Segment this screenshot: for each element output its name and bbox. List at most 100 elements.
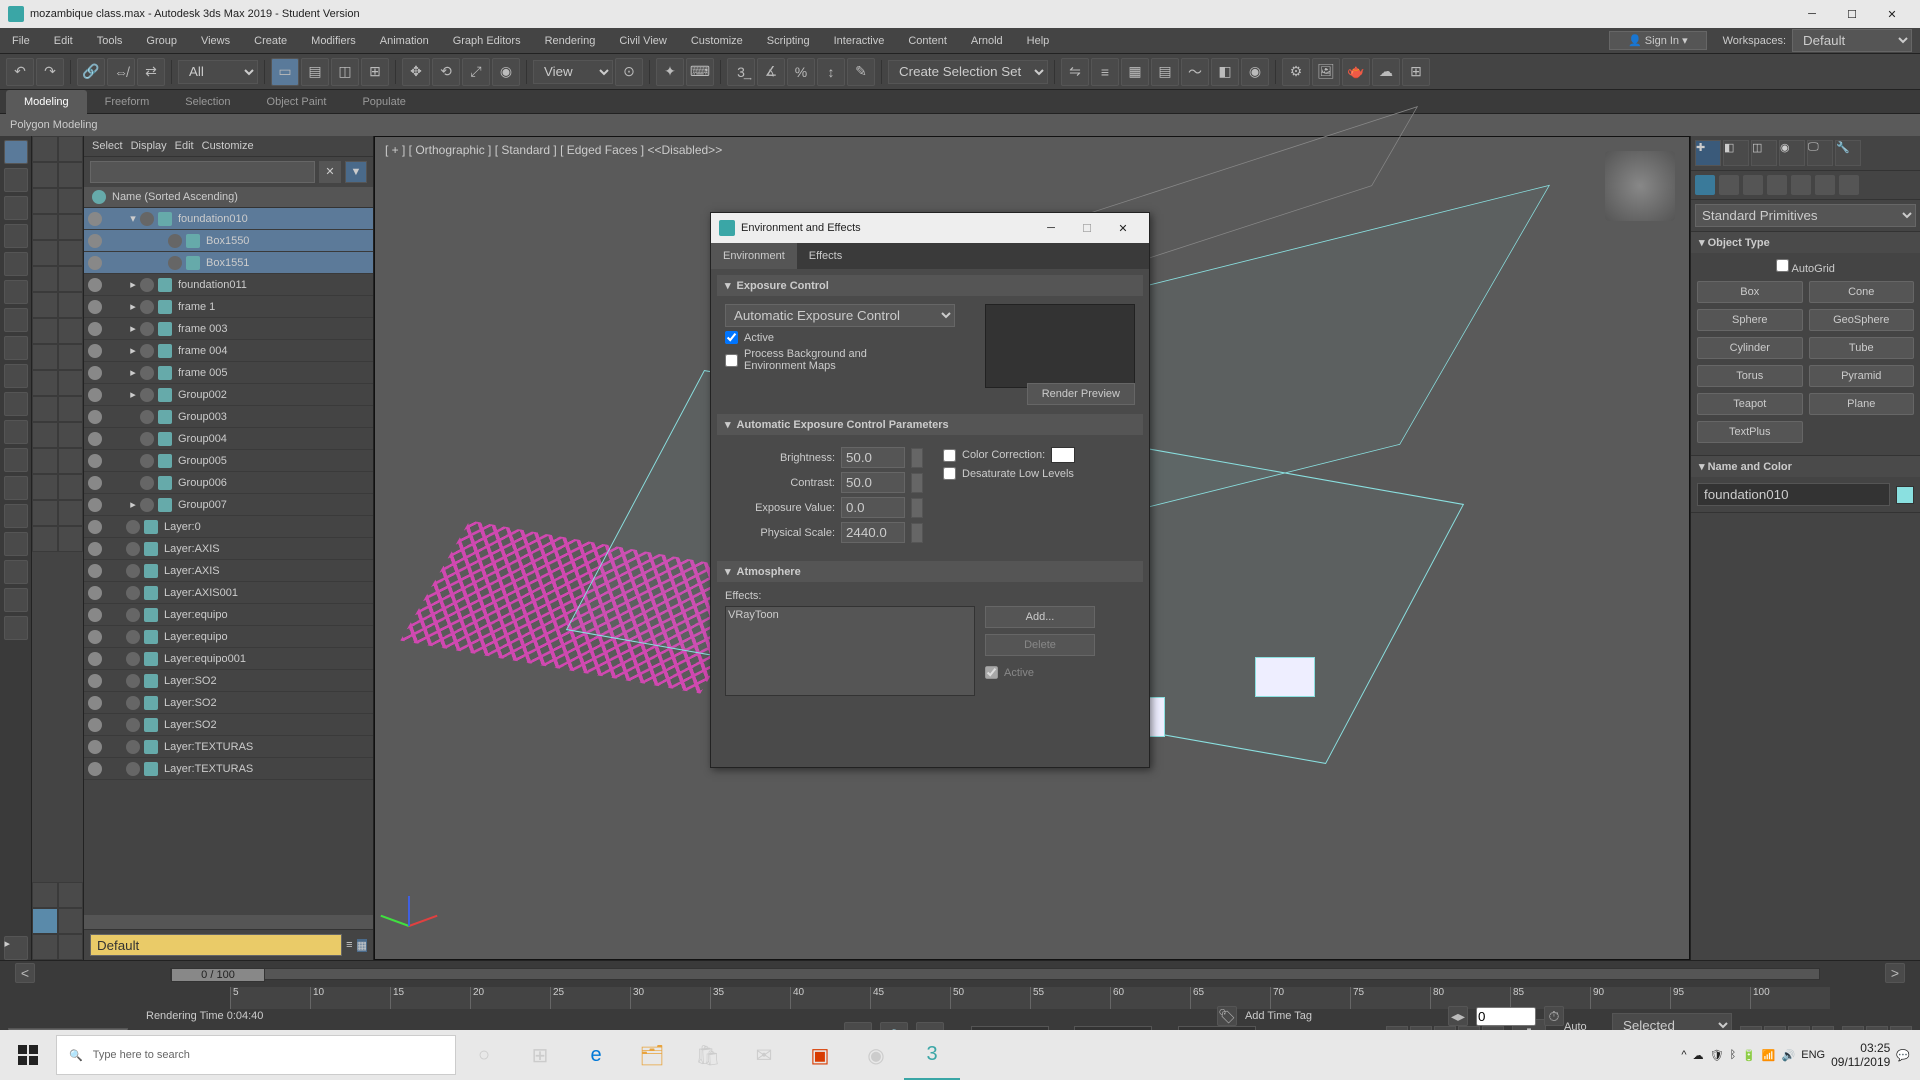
palette-btn[interactable] [32,934,58,960]
layer-btn-1[interactable]: ≡ [346,939,352,951]
placement-button[interactable]: ◉ [492,58,520,86]
palette-btn[interactable] [32,266,58,292]
freeze-icon[interactable] [140,322,154,336]
palette-btn[interactable] [32,422,58,448]
timeline-next[interactable]: > [1885,963,1905,983]
visibility-icon[interactable] [88,564,102,578]
effects-list-item[interactable]: VRayToon [728,609,972,621]
tray-onedrive-icon[interactable]: ☁ [1693,1049,1704,1062]
create-tab[interactable]: ✚ [1695,140,1721,166]
pivot-button[interactable]: ⊙ [615,58,643,86]
visibility-icon[interactable] [88,366,102,380]
scene-item[interactable]: Layer:SO2 [84,714,373,736]
palette-btn[interactable] [32,882,58,908]
palette-btn[interactable] [32,370,58,396]
palette-btn[interactable] [32,292,58,318]
unlink-button[interactable]: ⇎ [107,58,135,86]
palette-btn[interactable] [32,240,58,266]
rollout-atmosphere[interactable]: ▾ Atmosphere [717,561,1143,582]
timeline-prev[interactable]: < [15,963,35,983]
named-selection-select[interactable]: Create Selection Set [888,60,1048,84]
freeze-icon[interactable] [126,520,140,534]
refcoord-select[interactable]: View [533,60,613,84]
atmo-delete-button[interactable]: Delete [985,634,1095,656]
menu-group[interactable]: Group [134,28,189,54]
scene-item[interactable]: Box1550 [84,230,373,252]
menu-graph-editors[interactable]: Graph Editors [441,28,533,54]
palette-btn[interactable] [58,882,84,908]
scene-item[interactable]: Layer:equipo [84,604,373,626]
object-color-swatch[interactable] [1896,486,1914,504]
expand-icon[interactable]: ▸ [128,388,138,401]
scene-item[interactable]: Group005 [84,450,373,472]
expand-icon[interactable]: ▸ [128,300,138,313]
left-tool-icon[interactable] [4,588,28,612]
palette-btn[interactable] [58,318,84,344]
exposure-value-input[interactable] [841,497,905,518]
menu-rendering[interactable]: Rendering [533,28,608,54]
left-tool-icon[interactable] [4,364,28,388]
scene-item[interactable]: Box1551 [84,252,373,274]
freeze-icon[interactable] [126,696,140,710]
palette-btn[interactable] [32,318,58,344]
redo-button[interactable]: ↷ [36,58,64,86]
palette-btn[interactable] [58,344,84,370]
scene-item[interactable]: ▸Group007 [84,494,373,516]
left-tool-icon[interactable] [4,476,28,500]
menu-file[interactable]: File [0,28,42,54]
left-tool-icon[interactable] [4,280,28,304]
menu-customize[interactable]: Customize [679,28,755,54]
visibility-icon[interactable] [88,410,102,424]
freeze-icon[interactable] [140,212,154,226]
menu-interactive[interactable]: Interactive [822,28,897,54]
angle-snap-button[interactable]: ∡ [757,58,785,86]
spinner-snap-button[interactable]: ↕ [817,58,845,86]
keyboard-button[interactable]: ⌨ [686,58,714,86]
dialog-minimize[interactable]: ─ [1033,222,1069,234]
motion-tab[interactable]: ◉ [1779,140,1805,166]
primitive-box[interactable]: Box [1697,281,1803,303]
expand-icon[interactable]: ▸ [128,344,138,357]
freeze-icon[interactable] [126,674,140,688]
layer-name-input[interactable] [90,934,342,956]
utilities-tab[interactable]: 🔧 [1835,140,1861,166]
palette-btn[interactable] [32,908,58,934]
palette-btn[interactable] [58,396,84,422]
visibility-icon[interactable] [88,300,102,314]
freeze-icon[interactable] [140,454,154,468]
cat-shapes-icon[interactable] [1719,175,1739,195]
primitive-geosphere[interactable]: GeoSphere [1809,309,1915,331]
left-tool-icon[interactable] [4,420,28,444]
palette-btn[interactable] [32,136,58,162]
office-icon[interactable]: ▣ [792,1030,848,1080]
left-tool-icon[interactable] [4,252,28,276]
scene-item[interactable]: Group006 [84,472,373,494]
visibility-icon[interactable] [88,278,102,292]
render-frame-button[interactable]: 🖼 [1312,58,1340,86]
percent-snap-button[interactable]: % [787,58,815,86]
freeze-icon[interactable] [126,586,140,600]
primitive-tube[interactable]: Tube [1809,337,1915,359]
task-view-icon[interactable]: ⊞ [512,1030,568,1080]
cat-systems-icon[interactable] [1839,175,1859,195]
exposure-process-check[interactable]: Process Background and Environment Maps [725,348,985,372]
freeze-icon[interactable] [126,564,140,578]
visibility-icon[interactable] [88,718,102,732]
freeze-icon[interactable] [140,278,154,292]
create-category-select[interactable]: Standard Primitives [1695,204,1916,227]
palette-btn[interactable] [32,474,58,500]
palette-btn[interactable] [32,448,58,474]
display-tab[interactable]: 🖵 [1807,140,1833,166]
primitive-cylinder[interactable]: Cylinder [1697,337,1803,359]
visibility-icon[interactable] [88,498,102,512]
visibility-icon[interactable] [88,344,102,358]
menu-scripting[interactable]: Scripting [755,28,822,54]
palette-btn[interactable] [58,422,84,448]
mail-icon[interactable]: ✉ [736,1030,792,1080]
scene-item[interactable]: ▸frame 1 [84,296,373,318]
palette-btn[interactable] [32,500,58,526]
scene-item[interactable]: Layer:equipo [84,626,373,648]
menu-tools[interactable]: Tools [85,28,135,54]
palette-btn[interactable] [32,214,58,240]
palette-btn[interactable] [58,240,84,266]
